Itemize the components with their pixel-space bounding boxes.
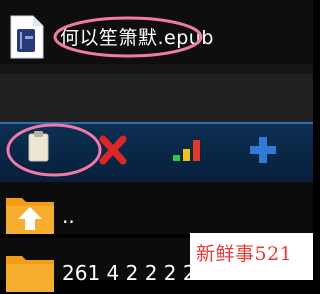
folder-icon xyxy=(6,256,54,292)
watermark: 新鲜事521 xyxy=(190,233,313,280)
signal-button[interactable] xyxy=(158,124,218,180)
highlight-oval-paste xyxy=(6,123,102,177)
add-button[interactable] xyxy=(233,124,293,180)
highlight-oval-file xyxy=(53,16,203,58)
signal-bars-icon xyxy=(173,140,200,161)
panel-divider xyxy=(0,64,313,74)
folder-up-icon xyxy=(6,198,54,234)
watermark-text: 新鲜事521 xyxy=(196,243,293,265)
blue-plus-icon xyxy=(250,137,276,163)
epub-book-icon xyxy=(10,15,44,59)
list-item-label: .. xyxy=(62,204,75,228)
